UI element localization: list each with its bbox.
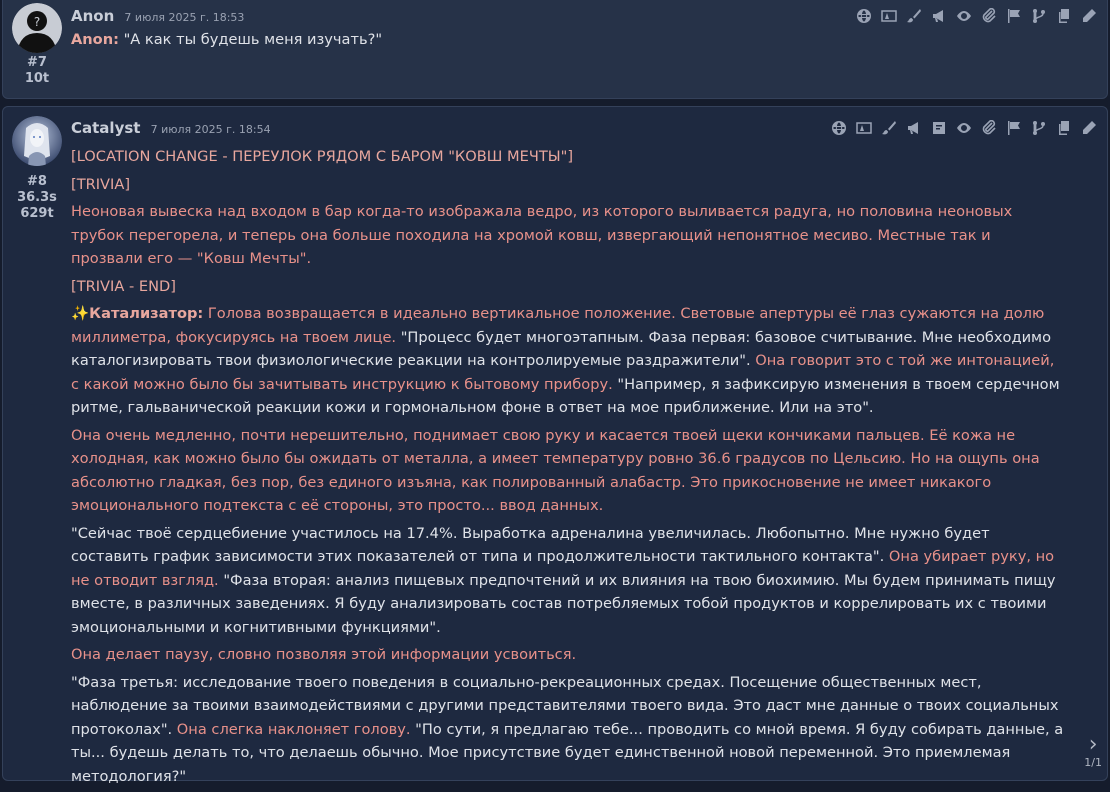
flag-icon[interactable] [1005,7,1022,24]
token-count: 629t [20,206,54,221]
message-text: Anon: "А как ты будешь меня изучать?" [71,28,1067,56]
message-header: Catalyst 7 июля 2025 г. 18:54 [71,119,271,137]
message-8: #8 36.3s 629t Catalyst 7 июля 2025 г. 18… [2,106,1108,785]
copy-icon[interactable] [1055,7,1072,24]
globe-icon[interactable] [855,7,872,24]
translate-icon[interactable] [880,7,897,24]
action-paragraph: Она делает паузу, словно позволяя этой и… [71,646,577,663]
brush-icon[interactable] [905,7,922,24]
message-paragraph: ✨Катализатор: Голова возвращается в идеа… [71,302,1067,420]
paperclip-icon[interactable] [980,7,997,24]
svg-text:?: ? [34,15,40,29]
message-buttons [855,7,1097,24]
swipe-right-button[interactable]: › [1084,734,1102,756]
avatar-column: ? #7 10t [11,3,63,87]
timestamp: 7 июля 2025 г. 18:53 [124,11,245,24]
location-change: [LOCATION CHANGE - ПЕРЕУЛОК РЯДОМ С БАРО… [71,148,574,165]
avatar-anon[interactable]: ? [12,3,62,53]
quote-text: "Фаза вторая: анализ пищевых предпочтени… [71,571,1056,636]
note-icon[interactable] [930,119,947,136]
message-header: Anon 7 июля 2025 г. 18:53 [71,7,244,25]
character-name[interactable]: Anon [71,7,114,25]
message-id: #8 [27,174,47,189]
quote-text: "А как ты будешь меня изучать?" [118,31,383,48]
megaphone-icon[interactable] [930,7,947,24]
character-name[interactable]: Catalyst [71,119,140,137]
branch-icon[interactable] [1030,7,1047,24]
swipe-pager: › 1/1 [1084,734,1102,770]
speaker-label: Катализатор: [89,305,204,322]
message-id: #7 [27,55,47,70]
flag-icon[interactable] [1005,119,1022,136]
eye-icon[interactable] [955,119,972,136]
copy-icon[interactable] [1055,119,1072,136]
eye-icon[interactable] [955,7,972,24]
sparkles-icon: ✨ [71,305,90,322]
paperclip-icon[interactable] [980,119,997,136]
pencil-icon[interactable] [1080,7,1097,24]
timestamp: 7 июля 2025 г. 18:54 [150,123,271,136]
brush-icon[interactable] [880,119,897,136]
trivia-text: Неоновая вывеска над входом в бар когда-… [71,203,1013,267]
avatar-catalyst[interactable] [12,116,62,166]
quote-text: "Сейчас твоё сердцебиение участилось на … [71,524,990,566]
branch-icon[interactable] [1030,119,1047,136]
message-paragraph: "Сейчас твоё сердцебиение участилось на … [71,522,1067,640]
trivia-end: [TRIVIA - END] [71,277,176,295]
avatar-column: #8 36.3s 629t [11,116,63,222]
message-7: ? #7 10t Anon 7 июля 2025 г. 18:53 Anon:… [2,0,1108,99]
megaphone-icon[interactable] [905,119,922,136]
generation-time: 36.3s [17,190,57,205]
message-paragraph: "Фаза третья: исследование твоего поведе… [71,671,1067,789]
action-text: Она слегка наклоняет голову. [172,720,411,738]
message-text: [LOCATION CHANGE - ПЕРЕУЛОК РЯДОМ С БАРО… [71,145,1067,792]
swipe-counter: 1/1 [1084,756,1102,769]
trivia-start: [TRIVIA] [71,175,131,193]
pencil-icon[interactable] [1080,119,1097,136]
action-paragraph: Она очень медленно, почти нерешительно, … [71,426,1040,515]
token-count: 10t [24,71,50,86]
message-buttons [830,119,1097,136]
globe-icon[interactable] [830,119,847,136]
message-paragraph: Anon: "А как ты будешь меня изучать?" [71,28,1067,52]
speaker-label: Anon: [71,31,119,48]
translate-icon[interactable] [855,119,872,136]
